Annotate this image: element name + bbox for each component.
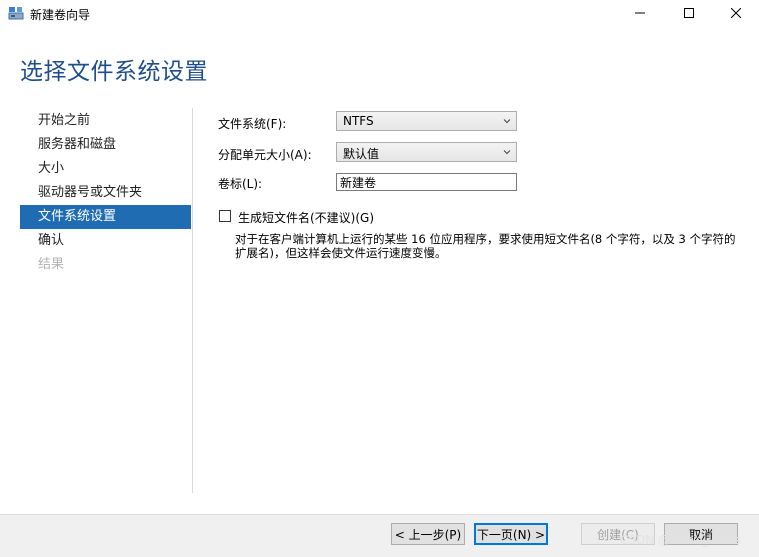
sidebar-divider [192,108,193,493]
sidebar-item-results: 结果 [38,257,65,272]
maximize-button[interactable] [666,0,712,26]
sidebar-item-before-you-begin[interactable]: 开始之前 [20,109,191,133]
watermark-text: CSDN @leetis_leetis [620,533,741,547]
sidebar-item-confirmation[interactable]: 确认 [20,229,191,253]
sidebar-item-server-and-disk[interactable]: 服务器和磁盘 [20,133,191,157]
disk-volume-icon [8,7,24,20]
sidebar-item-file-system-settings[interactable]: 文件系统设置 [20,205,191,229]
allocation-unit-value: 默认值 [343,147,380,161]
title-bar: 新建卷向导 [0,0,759,26]
chevron-down-icon [503,150,511,155]
short-filenames-label[interactable]: 生成短文件名(不建议)(G) [238,209,374,226]
allocation-unit-select[interactable]: 默认值 [336,142,517,162]
maximize-icon [684,8,694,18]
allocation-unit-label: 分配单元大小(A): [218,148,312,162]
filesystem-select[interactable]: NTFS [336,111,517,131]
volume-label-input[interactable] [340,175,512,189]
filesystem-label: 文件系统(F): [218,117,287,131]
volume-label-label: 卷标(L): [218,177,263,191]
filesystem-value: NTFS [343,114,374,128]
short-filenames-description: 对于在客户端计算机上运行的某些 16 位应用程序，要求使用短文件名(8 个字符，… [235,232,736,260]
minimize-icon [635,12,645,14]
minimize-button[interactable] [617,0,663,26]
short-filenames-checkbox[interactable] [219,210,231,222]
window-title: 新建卷向导 [30,8,91,22]
sidebar-item-size[interactable]: 大小 [20,157,191,181]
chevron-down-icon [503,119,511,124]
volume-label-field-box [336,173,517,191]
next-button[interactable]: 下一页(N) > [474,523,548,545]
wizard-steps-nav: 开始之前 服务器和磁盘 大小 驱动器号或文件夹 文件系统设置 确认 结果 [20,109,191,277]
back-button[interactable]: < 上一步(P) [391,523,465,545]
page-title: 选择文件系统设置 [20,59,208,85]
close-button[interactable] [713,0,759,26]
sidebar-item-drive-letter-or-folder[interactable]: 驱动器号或文件夹 [20,181,191,205]
close-icon [731,8,741,18]
